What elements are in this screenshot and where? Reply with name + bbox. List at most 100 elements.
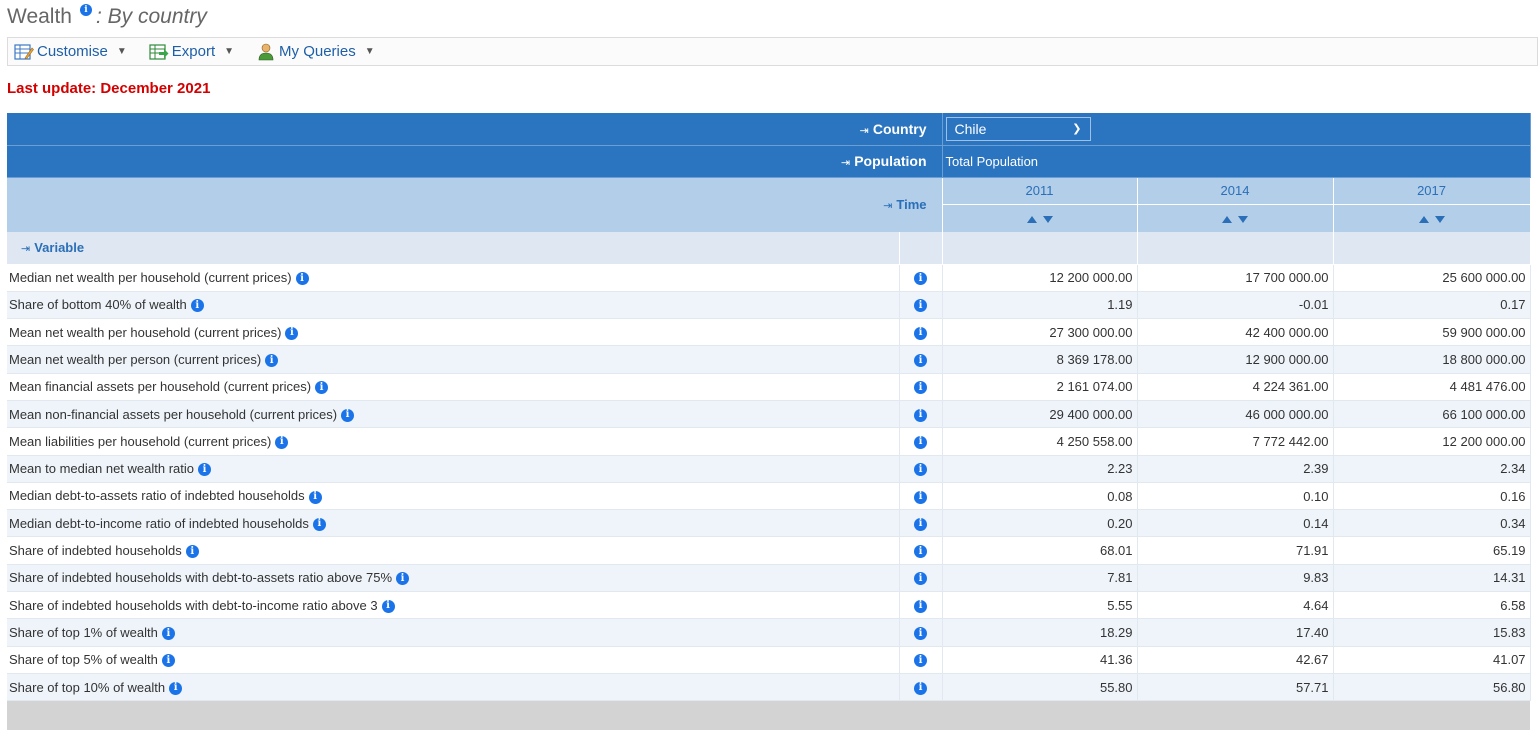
metadata-info-icon[interactable]: i	[914, 354, 927, 368]
metadata-info-icon[interactable]: i	[914, 299, 927, 313]
metadata-info-icon[interactable]: i	[914, 654, 927, 668]
country-dimension-label[interactable]: ⇥ Country	[7, 113, 943, 146]
variable-info-icon[interactable]: i	[275, 435, 289, 449]
variable-info-icon[interactable]: i	[198, 463, 211, 477]
variable-info-icon[interactable]: i	[169, 681, 183, 695]
metadata-info-icon[interactable]: i	[914, 490, 927, 504]
customise-menu[interactable]: Customise ▼	[14, 43, 127, 61]
title-info-icon[interactable]: i	[79, 4, 92, 16]
variable-info-icon[interactable]: i	[381, 599, 395, 613]
metadata-info-icon[interactable]: i	[914, 599, 927, 613]
variable-info-icon[interactable]: i	[190, 299, 204, 313]
country-select[interactable]: Chile ❯	[945, 116, 1091, 141]
variable-name: Share of bottom 40% of wealth	[9, 297, 187, 313]
value-cell: 0.14	[1137, 509, 1334, 538]
metadata-cell: i	[899, 427, 943, 456]
page-title-bar: Wealth i : By country	[7, 3, 207, 31]
variable-name-cell: Share of bottom 40% of wealth i	[7, 291, 900, 320]
variable-info-icon[interactable]: i	[161, 654, 175, 668]
table-row: Mean net wealth per household (current p…	[7, 318, 1531, 347]
metadata-info-icon[interactable]: i	[914, 572, 927, 586]
variable-name: Mean liabilities per household (current …	[9, 433, 272, 449]
sort-descending-icon[interactable]	[1434, 215, 1445, 223]
value-cell: 0.10	[1137, 482, 1334, 511]
variable-info-icon[interactable]: i	[265, 354, 279, 368]
table-row: Share of indebted households with debt-t…	[7, 564, 1531, 593]
metadata-cell: i	[899, 345, 943, 374]
variable-name-cell: Median net wealth per household (current…	[7, 264, 900, 292]
metadata-info-icon[interactable]: i	[914, 326, 927, 340]
value-cell: 12 900 000.00	[1137, 345, 1334, 374]
variable-info-icon[interactable]: i	[161, 627, 175, 641]
variable-info-icon[interactable]: i	[341, 408, 355, 422]
variable-name: Median debt-to-assets ratio of indebted …	[9, 488, 305, 504]
export-menu[interactable]: Export ▼	[149, 43, 234, 61]
variable-name: Mean financial assets per household (cur…	[9, 379, 312, 395]
value-cell: 59 900 000.00	[1333, 318, 1531, 347]
table-row: Share of indebted households i i 68.01 71.91…	[7, 536, 1531, 565]
metadata-info-icon[interactable]: i	[914, 545, 927, 559]
metadata-cell: i	[899, 509, 943, 538]
value-cell: 56.80	[1333, 673, 1531, 702]
value-cell: 12 200 000.00	[1333, 427, 1531, 456]
variable-info-icon[interactable]: i	[315, 381, 329, 395]
metadata-cell: i	[899, 536, 943, 565]
metadata-info-icon[interactable]: i	[914, 681, 927, 695]
sort-controls	[942, 204, 1138, 232]
sort-descending-icon[interactable]	[1238, 215, 1249, 223]
sort-ascending-icon[interactable]	[1418, 215, 1429, 223]
my-queries-menu[interactable]: My Queries ▼	[256, 43, 375, 61]
variable-info-icon[interactable]: i	[396, 572, 410, 586]
metadata-info-icon[interactable]: i	[914, 381, 927, 395]
pivot-arrow-icon: ⇥	[840, 157, 851, 169]
variable-info-icon[interactable]: i	[185, 545, 199, 559]
variable-name: Mean net wealth per person (current pric…	[9, 352, 262, 367]
pivot-arrow-icon: ⇥	[21, 243, 31, 256]
table-row: Mean financial assets per household (cur…	[7, 373, 1531, 401]
value-cell: 17 700 000.00	[1137, 264, 1334, 292]
metadata-info-icon[interactable]: i	[914, 517, 927, 531]
metadata-info-icon[interactable]: i	[914, 463, 927, 477]
metadata-cell: i	[899, 564, 943, 593]
value-cell: 66 100 000.00	[1333, 400, 1531, 429]
sort-ascending-icon[interactable]	[1222, 215, 1233, 223]
variable-info-icon[interactable]: i	[308, 490, 322, 504]
population-dimension-label[interactable]: ⇥ Population	[7, 145, 943, 178]
metadata-info-icon[interactable]: i	[914, 408, 927, 422]
metadata-info-icon[interactable]: i	[914, 435, 927, 449]
last-update-text: Last update: December 2021	[7, 80, 211, 97]
value-cell: 14.31	[1333, 564, 1531, 593]
value-cell: 0.08	[942, 482, 1138, 511]
value-cell: 4 481 476.00	[1333, 373, 1531, 401]
table-row: Share of top 5% of wealth i i 41.36 42.67 41.…	[7, 646, 1531, 674]
sort-descending-icon[interactable]	[1042, 215, 1053, 223]
variable-name-cell: Mean net wealth per person (current pric…	[7, 345, 900, 374]
table-row: Mean net wealth per person (current pric…	[7, 345, 1531, 374]
variable-name: Share of indebted households with debt-t…	[9, 597, 378, 613]
variable-name: Mean net wealth per household (current p…	[9, 324, 282, 340]
table-row: Mean non-financial assets per household …	[7, 400, 1531, 429]
user-icon	[258, 43, 274, 60]
value-cell: 0.34	[1333, 509, 1531, 538]
variable-name-cell: Share of top 10% of wealth i	[7, 673, 900, 702]
value-cell: 29 400 000.00	[942, 400, 1138, 429]
variable-info-icon[interactable]: i	[285, 326, 299, 340]
variable-name-cell: Median debt-to-income ratio of indebted …	[7, 509, 900, 538]
variable-info-icon[interactable]: i	[295, 272, 309, 286]
variable-info-icon[interactable]: i	[312, 517, 326, 531]
variable-name-cell: Mean financial assets per household (cur…	[7, 373, 900, 401]
sort-ascending-icon[interactable]	[1026, 215, 1037, 223]
value-cell: 71.91	[1137, 536, 1334, 565]
metadata-cell: i	[899, 373, 943, 401]
variable-dimension-label[interactable]: ⇥ Variable	[7, 232, 900, 265]
time-dimension-label[interactable]: ⇥ Time	[7, 177, 943, 232]
value-cell: 55.80	[942, 673, 1138, 702]
value-cell: -0.01	[1137, 291, 1334, 320]
variable-name-cell: Mean liabilities per household (current …	[7, 427, 900, 456]
variable-name: Share of indebted households with debt-t…	[9, 570, 393, 586]
variable-name-cell: Share of indebted households with debt-t…	[7, 564, 900, 593]
metadata-info-icon[interactable]: i	[914, 272, 927, 286]
table-row: Median debt-to-income ratio of indebted …	[7, 509, 1531, 538]
data-rows: Median net wealth per household (current…	[7, 264, 1531, 702]
metadata-info-icon[interactable]: i	[914, 627, 927, 641]
